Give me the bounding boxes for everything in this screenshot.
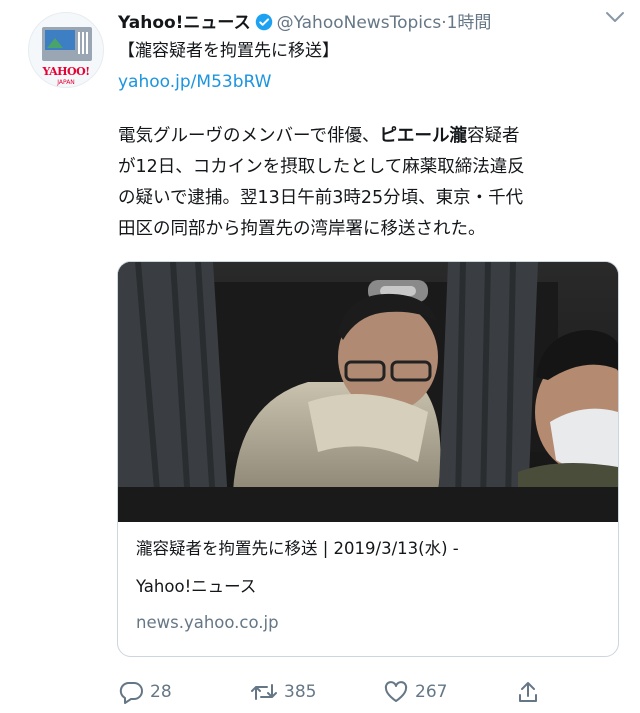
reply-icon (119, 682, 143, 704)
like-icon (384, 681, 408, 702)
retweet-count: 385 (284, 682, 317, 702)
share-button[interactable] (516, 680, 546, 704)
tweet-header: Yahoo!ニュース @YahooNewsTopics·1時間 (118, 12, 633, 34)
card-domain: news.yahoo.co.jp (136, 613, 279, 632)
tv-screen-graphic (42, 27, 92, 61)
tweet-actions: 28 385 267 (118, 676, 618, 708)
timestamp[interactable]: 1時間 (447, 13, 492, 33)
handle[interactable]: @YahooNewsTopics (277, 13, 442, 33)
chevron-down-icon[interactable] (604, 10, 626, 24)
avatar[interactable]: YAHOO! JAPAN (28, 12, 104, 88)
card-title-line1: 瀧容疑者を拘置先に移送 | 2019/3/13(水) - (136, 539, 459, 558)
tweet-body: 電気グルーヴのメンバーで俳優、ピエール瀧容疑者 が12日、コカインを摂取したとし… (118, 121, 618, 245)
card-title-line2: Yahoo!ニュース (136, 577, 257, 596)
retweet-icon (251, 684, 277, 700)
tweet-link[interactable]: yahoo.jp/M53bRW (118, 70, 271, 94)
body-line: の疑いで逮捕。翌13日午前3時25分頃、東京・千代 (118, 188, 524, 208)
link-card[interactable]: 瀧容疑者を拘置先に移送 | 2019/3/13(水) - Yahoo!ニュース … (117, 261, 619, 657)
reply-count: 28 (150, 682, 172, 702)
highlighted-name: ピエール瀧 (379, 126, 467, 146)
reply-button[interactable]: 28 (118, 680, 188, 704)
avatar-logo-subtext: JAPAN (57, 79, 75, 86)
retweet-button[interactable]: 385 (250, 680, 330, 704)
avatar-logo-text: YAHOO! (42, 65, 90, 78)
verified-badge-icon (255, 13, 272, 31)
card-photo (118, 262, 618, 522)
body-line: が12日、コカインを摂取したとして麻薬取締法違反 (118, 157, 525, 177)
display-name[interactable]: Yahoo!ニュース (118, 13, 251, 33)
like-button[interactable]: 267 (383, 680, 463, 704)
body-line: 電気グルーヴのメンバーで俳優、ピエール瀧容疑者 (118, 126, 520, 146)
like-count: 267 (415, 682, 448, 702)
tweet-headline: 【瀧容疑者を拘置先に移送】 (118, 41, 339, 61)
share-icon (519, 682, 537, 702)
body-line: 田区の同部から拘置先の湾岸署に移送された。 (118, 219, 486, 239)
